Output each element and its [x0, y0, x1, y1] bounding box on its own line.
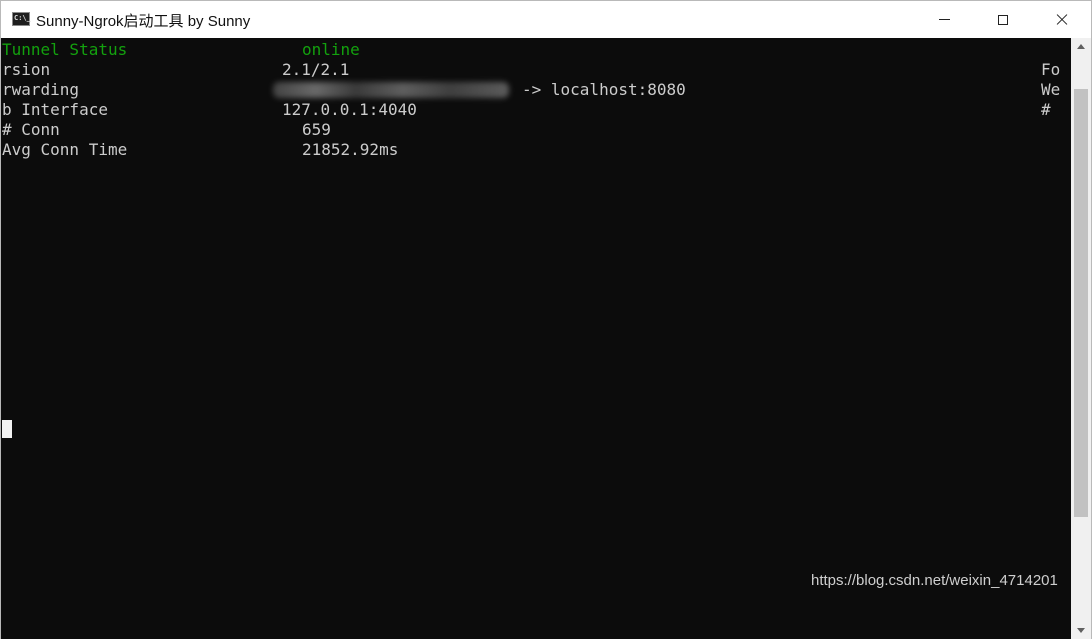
wrapped-text-right: # — [1041, 100, 1051, 119]
minimize-icon — [938, 19, 950, 20]
console-window: C:\_ Sunny-Ngrok启动工具 by Sunny Tunnel Sta… — [0, 0, 1092, 639]
minimize-button[interactable] — [915, 1, 973, 38]
tunnel-status-value: online — [302, 40, 360, 59]
conn-count-label: # Conn — [2, 120, 60, 139]
watermark-text: https://blog.csdn.net/weixin_4714201 — [811, 572, 1058, 589]
conn-count-value: 659 — [302, 120, 331, 139]
text-cursor — [2, 420, 12, 438]
redacted-url — [273, 82, 509, 98]
maximize-button[interactable] — [974, 1, 1032, 38]
maximize-icon — [998, 14, 1008, 25]
avg-conn-time-label: Avg Conn Time — [2, 140, 128, 159]
avg-conn-time-value: 21852.92ms — [302, 140, 399, 159]
version-value: 2.1/2.1 — [282, 60, 350, 79]
tunnel-status-label: Tunnel Status — [2, 40, 128, 59]
title-bar[interactable]: C:\_ Sunny-Ngrok启动工具 by Sunny — [1, 1, 1091, 38]
console-app-icon[interactable]: C:\_ — [12, 12, 31, 26]
scrollbar-thumb[interactable] — [1074, 89, 1088, 517]
web-interface-value: 127.0.0.1:4040 — [282, 100, 417, 119]
window-title: Sunny-Ngrok启动工具 by Sunny — [36, 13, 251, 30]
close-button[interactable] — [1033, 1, 1091, 38]
forwarding-value: -> localhost:8080 — [522, 80, 686, 99]
close-icon — [1056, 14, 1068, 26]
scroll-up-icon — [1077, 44, 1085, 49]
scroll-down-icon — [1077, 628, 1085, 633]
version-label: rsion — [2, 60, 51, 79]
scroll-up-button[interactable] — [1071, 38, 1091, 55]
forwarding-label: rwarding — [2, 80, 80, 99]
scroll-down-button[interactable] — [1071, 622, 1091, 639]
wrapped-text-right: We — [1041, 80, 1061, 99]
console-output[interactable]: Tunnel Status online rsion 2.1/2.1 Fo rw… — [1, 38, 1071, 639]
web-interface-label: b Interface — [2, 100, 108, 119]
vertical-scrollbar[interactable] — [1071, 38, 1091, 639]
wrapped-text-right: Fo — [1041, 60, 1061, 79]
